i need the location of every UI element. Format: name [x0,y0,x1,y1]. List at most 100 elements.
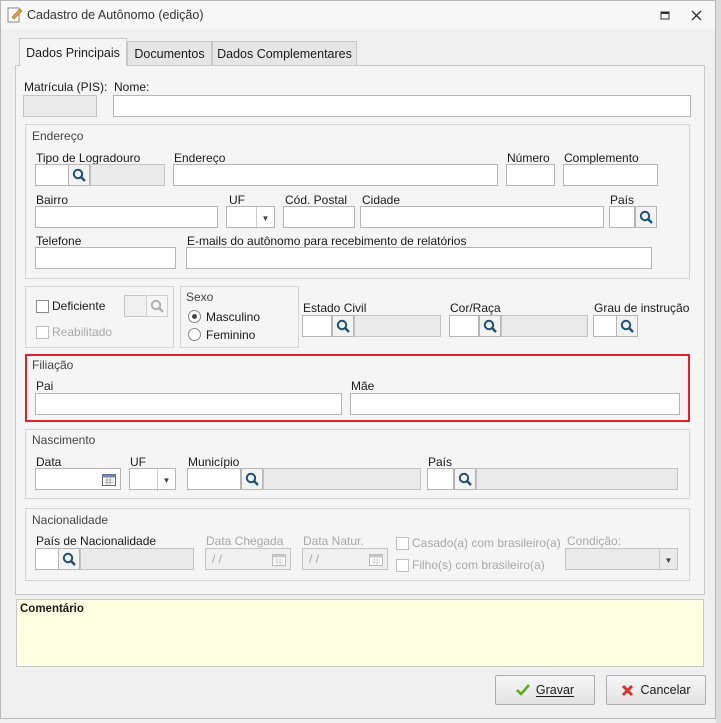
tipo-logradouro-desc-field [90,164,165,186]
deficiente-label: Deficiente [52,299,106,313]
grau-instrucao-code-field[interactable] [593,315,617,337]
matricula-label: Matrícula (PIS): [24,80,108,94]
cidade-field[interactable] [360,206,604,228]
comentario-label: Comentário [20,603,84,615]
grau-instrucao-lookup-button[interactable] [616,315,638,337]
magnifier-icon [458,472,472,486]
cod-postal-field[interactable] [283,206,355,228]
cor-raca-lookup-button[interactable] [479,315,501,337]
pai-field[interactable] [35,393,342,415]
pais-lookup-button[interactable] [635,206,657,228]
data-chegada-value: / / [212,552,223,566]
cancelar-button[interactable]: Cancelar [606,675,706,705]
matricula-field [23,95,97,117]
magnifier-icon [150,299,164,313]
estado-civil-lookup-button[interactable] [332,315,354,337]
estado-civil-code-field[interactable] [302,315,332,337]
tab-label: Dados Complementares [217,46,352,61]
telefone-field[interactable] [35,247,176,269]
tab-documentos[interactable]: Documentos [127,41,212,66]
cancelar-label: Cancelar [640,683,691,697]
uf-label: UF [229,193,245,207]
tab-dados-principais[interactable]: Dados Principais [19,38,127,66]
endereco-field[interactable] [173,164,498,186]
magnifier-icon [483,319,497,333]
deficiencia-code-field [124,295,147,317]
pais-nacionalidade-code-field[interactable] [35,548,59,570]
deficiente-checkbox[interactable] [36,300,49,313]
reabilitado-checkbox [36,326,49,339]
tipo-logradouro-label: Tipo de Logradouro [36,151,141,165]
uf-nascimento-label: UF [130,455,146,469]
title-bar: Cadastro de Autônomo (edição) [1,1,715,29]
close-icon[interactable] [691,10,702,21]
municipio-code-field[interactable] [187,468,241,490]
pais-nascimento-lookup-button[interactable] [454,468,476,490]
magnifier-icon [620,319,634,333]
emails-field[interactable] [186,247,652,269]
cancel-x-icon [622,684,634,696]
chevron-down-icon: ▼ [256,207,274,229]
nome-field[interactable] [113,95,691,117]
magnifier-icon [336,319,350,333]
chevron-down-icon: ▼ [157,469,175,491]
pais-nacionalidade-desc-field [80,548,194,570]
restore-icon[interactable] [660,10,671,21]
bairro-field[interactable] [35,206,218,228]
municipio-lookup-button[interactable] [241,468,263,490]
cidade-label: Cidade [362,193,401,207]
tab-dados-complementares[interactable]: Dados Complementares [212,41,357,66]
magnifier-icon [245,472,259,486]
nacionalidade-group-title: Nacionalidade [32,513,109,527]
checkmark-icon [515,684,530,696]
filhos-checkbox [396,559,409,572]
grau-instrucao-label: Grau de instrução [594,301,690,315]
window-title: Cadastro de Autônomo (edição) [27,8,204,22]
masculino-radio[interactable] [188,310,201,323]
tipo-logradouro-lookup-button[interactable] [68,164,90,186]
feminino-radio[interactable] [188,328,201,341]
pais-nascimento-code-field[interactable] [427,468,454,490]
mae-field[interactable] [350,393,680,415]
pais-nascimento-desc-field [476,468,678,490]
pais-nacionalidade-label: País de Nacionalidade [36,534,157,548]
complemento-field[interactable] [563,164,658,186]
gravar-button[interactable]: Gravar [495,675,595,705]
pais-nacionalidade-lookup-button[interactable] [58,548,80,570]
reabilitado-label: Reabilitado [52,325,113,339]
filiacao-group-title: Filiação [32,358,74,372]
bairro-label: Bairro [36,193,69,207]
data-natur-label: Data Natur. [303,534,364,548]
data-nascimento-label: Data [36,455,62,469]
masculino-label: Masculino [206,310,261,324]
telefone-label: Telefone [36,234,82,248]
calendar-icon[interactable] [99,469,119,489]
nome-label: Nome: [114,80,150,94]
nascimento-group-title: Nascimento [32,433,96,447]
magnifier-icon [72,168,86,182]
magnifier-icon [62,552,76,566]
cor-raca-label: Cor/Raça [450,301,501,315]
comentario-field[interactable]: Comentário [16,599,704,667]
cod-postal-label: Cód. Postal [285,193,348,207]
tab-label: Dados Principais [26,45,120,60]
cor-raca-code-field[interactable] [449,315,479,337]
uf-nascimento-select[interactable]: ▼ [129,468,176,491]
data-chegada-label: Data Chegada [206,534,284,548]
endereco-group-title: Endereço [32,129,84,143]
tipo-logradouro-code-field[interactable] [35,164,69,186]
uf-select[interactable]: ▼ [226,206,275,229]
numero-field[interactable] [506,164,555,186]
pais-nascimento-label: País [428,455,453,469]
condicao-select: ▼ [565,548,678,571]
sexo-group-title: Sexo [186,290,214,304]
numero-label: Número [507,151,550,165]
estado-civil-label: Estado Civil [303,301,367,315]
pai-label: Pai [36,379,54,393]
cor-raca-desc-field [501,315,588,337]
pais-code-field[interactable] [609,206,635,228]
data-natur-value: / / [309,552,320,566]
app-icon [7,7,22,23]
data-nascimento-field[interactable] [35,468,121,490]
data-chegada-field: / / [205,548,291,570]
